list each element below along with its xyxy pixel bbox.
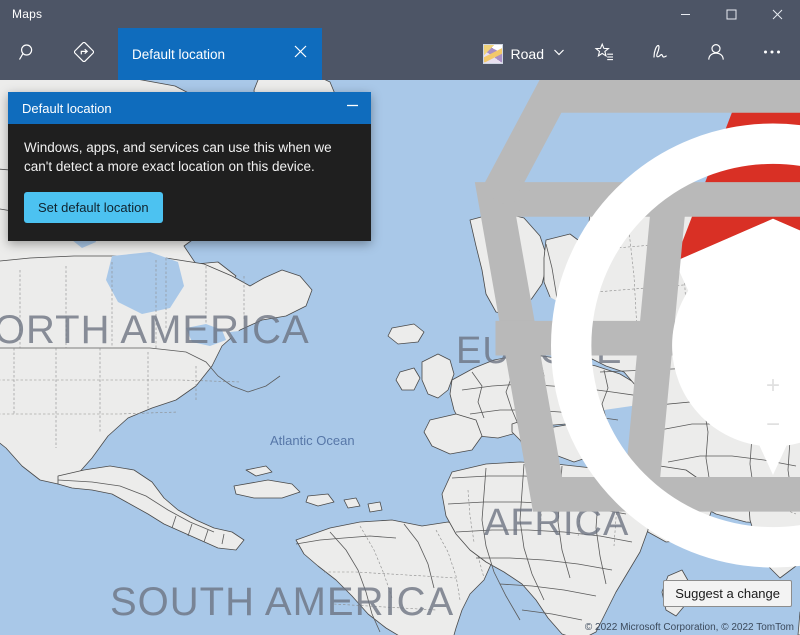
minimize-button[interactable] [662, 0, 708, 28]
minus-icon: − [766, 413, 780, 437]
app-title: Maps [0, 7, 42, 21]
minimize-icon [680, 9, 691, 20]
search-button[interactable] [0, 28, 56, 80]
more-options-button[interactable] [744, 28, 800, 80]
tab-close-button[interactable] [284, 38, 316, 70]
maximize-button[interactable] [708, 0, 754, 28]
maps-app-window: Maps [0, 0, 800, 635]
panel-minimize-button[interactable] [337, 94, 367, 122]
plus-icon: + [766, 374, 780, 398]
account-button[interactable] [688, 28, 744, 80]
panel-header: Default location [8, 92, 371, 124]
close-button[interactable] [754, 0, 800, 28]
map-style-label: Road [511, 46, 544, 62]
minimize-icon [346, 99, 359, 117]
tab-default-location[interactable]: Default location [118, 28, 322, 80]
panel-body: Windows, apps, and services can use this… [8, 124, 371, 241]
suggest-a-change-button[interactable]: Suggest a change [663, 580, 792, 607]
more-ellipsis-icon [761, 41, 783, 68]
zoom-in-button[interactable]: + [754, 366, 792, 405]
account-person-icon [705, 41, 727, 68]
directions-icon [74, 42, 94, 67]
command-bar: Default location Road [0, 28, 800, 80]
ink-button[interactable] [632, 28, 688, 80]
directions-button[interactable] [56, 28, 112, 80]
tab-label: Default location [132, 47, 284, 62]
panel-title: Default location [22, 101, 337, 116]
map-attribution: © 2022 Microsoft Corporation, © 2022 Tom… [585, 622, 794, 633]
window-controls [662, 0, 800, 28]
favorites-star-icon [593, 41, 615, 68]
chevron-down-icon [552, 45, 566, 64]
maximize-icon [726, 9, 737, 20]
ink-pen-icon [649, 41, 671, 68]
zoom-out-button[interactable]: − [754, 405, 792, 444]
command-bar-right-group: Road [475, 28, 800, 80]
set-default-location-button[interactable]: Set default location [24, 192, 163, 223]
default-location-panel: Default location Windows, apps, and serv… [8, 92, 371, 241]
favorites-button[interactable] [576, 28, 632, 80]
location-dot-icon [373, 80, 800, 623]
map-controls: + − [754, 232, 792, 444]
panel-description: Windows, apps, and services can use this… [24, 138, 355, 176]
title-bar: Maps [0, 0, 800, 28]
close-icon [772, 9, 783, 20]
search-icon [18, 42, 38, 67]
map-style-thumbnail-icon [483, 44, 503, 64]
my-location-button[interactable] [754, 324, 792, 366]
close-icon [293, 44, 308, 64]
map-style-button[interactable]: Road [475, 28, 576, 80]
